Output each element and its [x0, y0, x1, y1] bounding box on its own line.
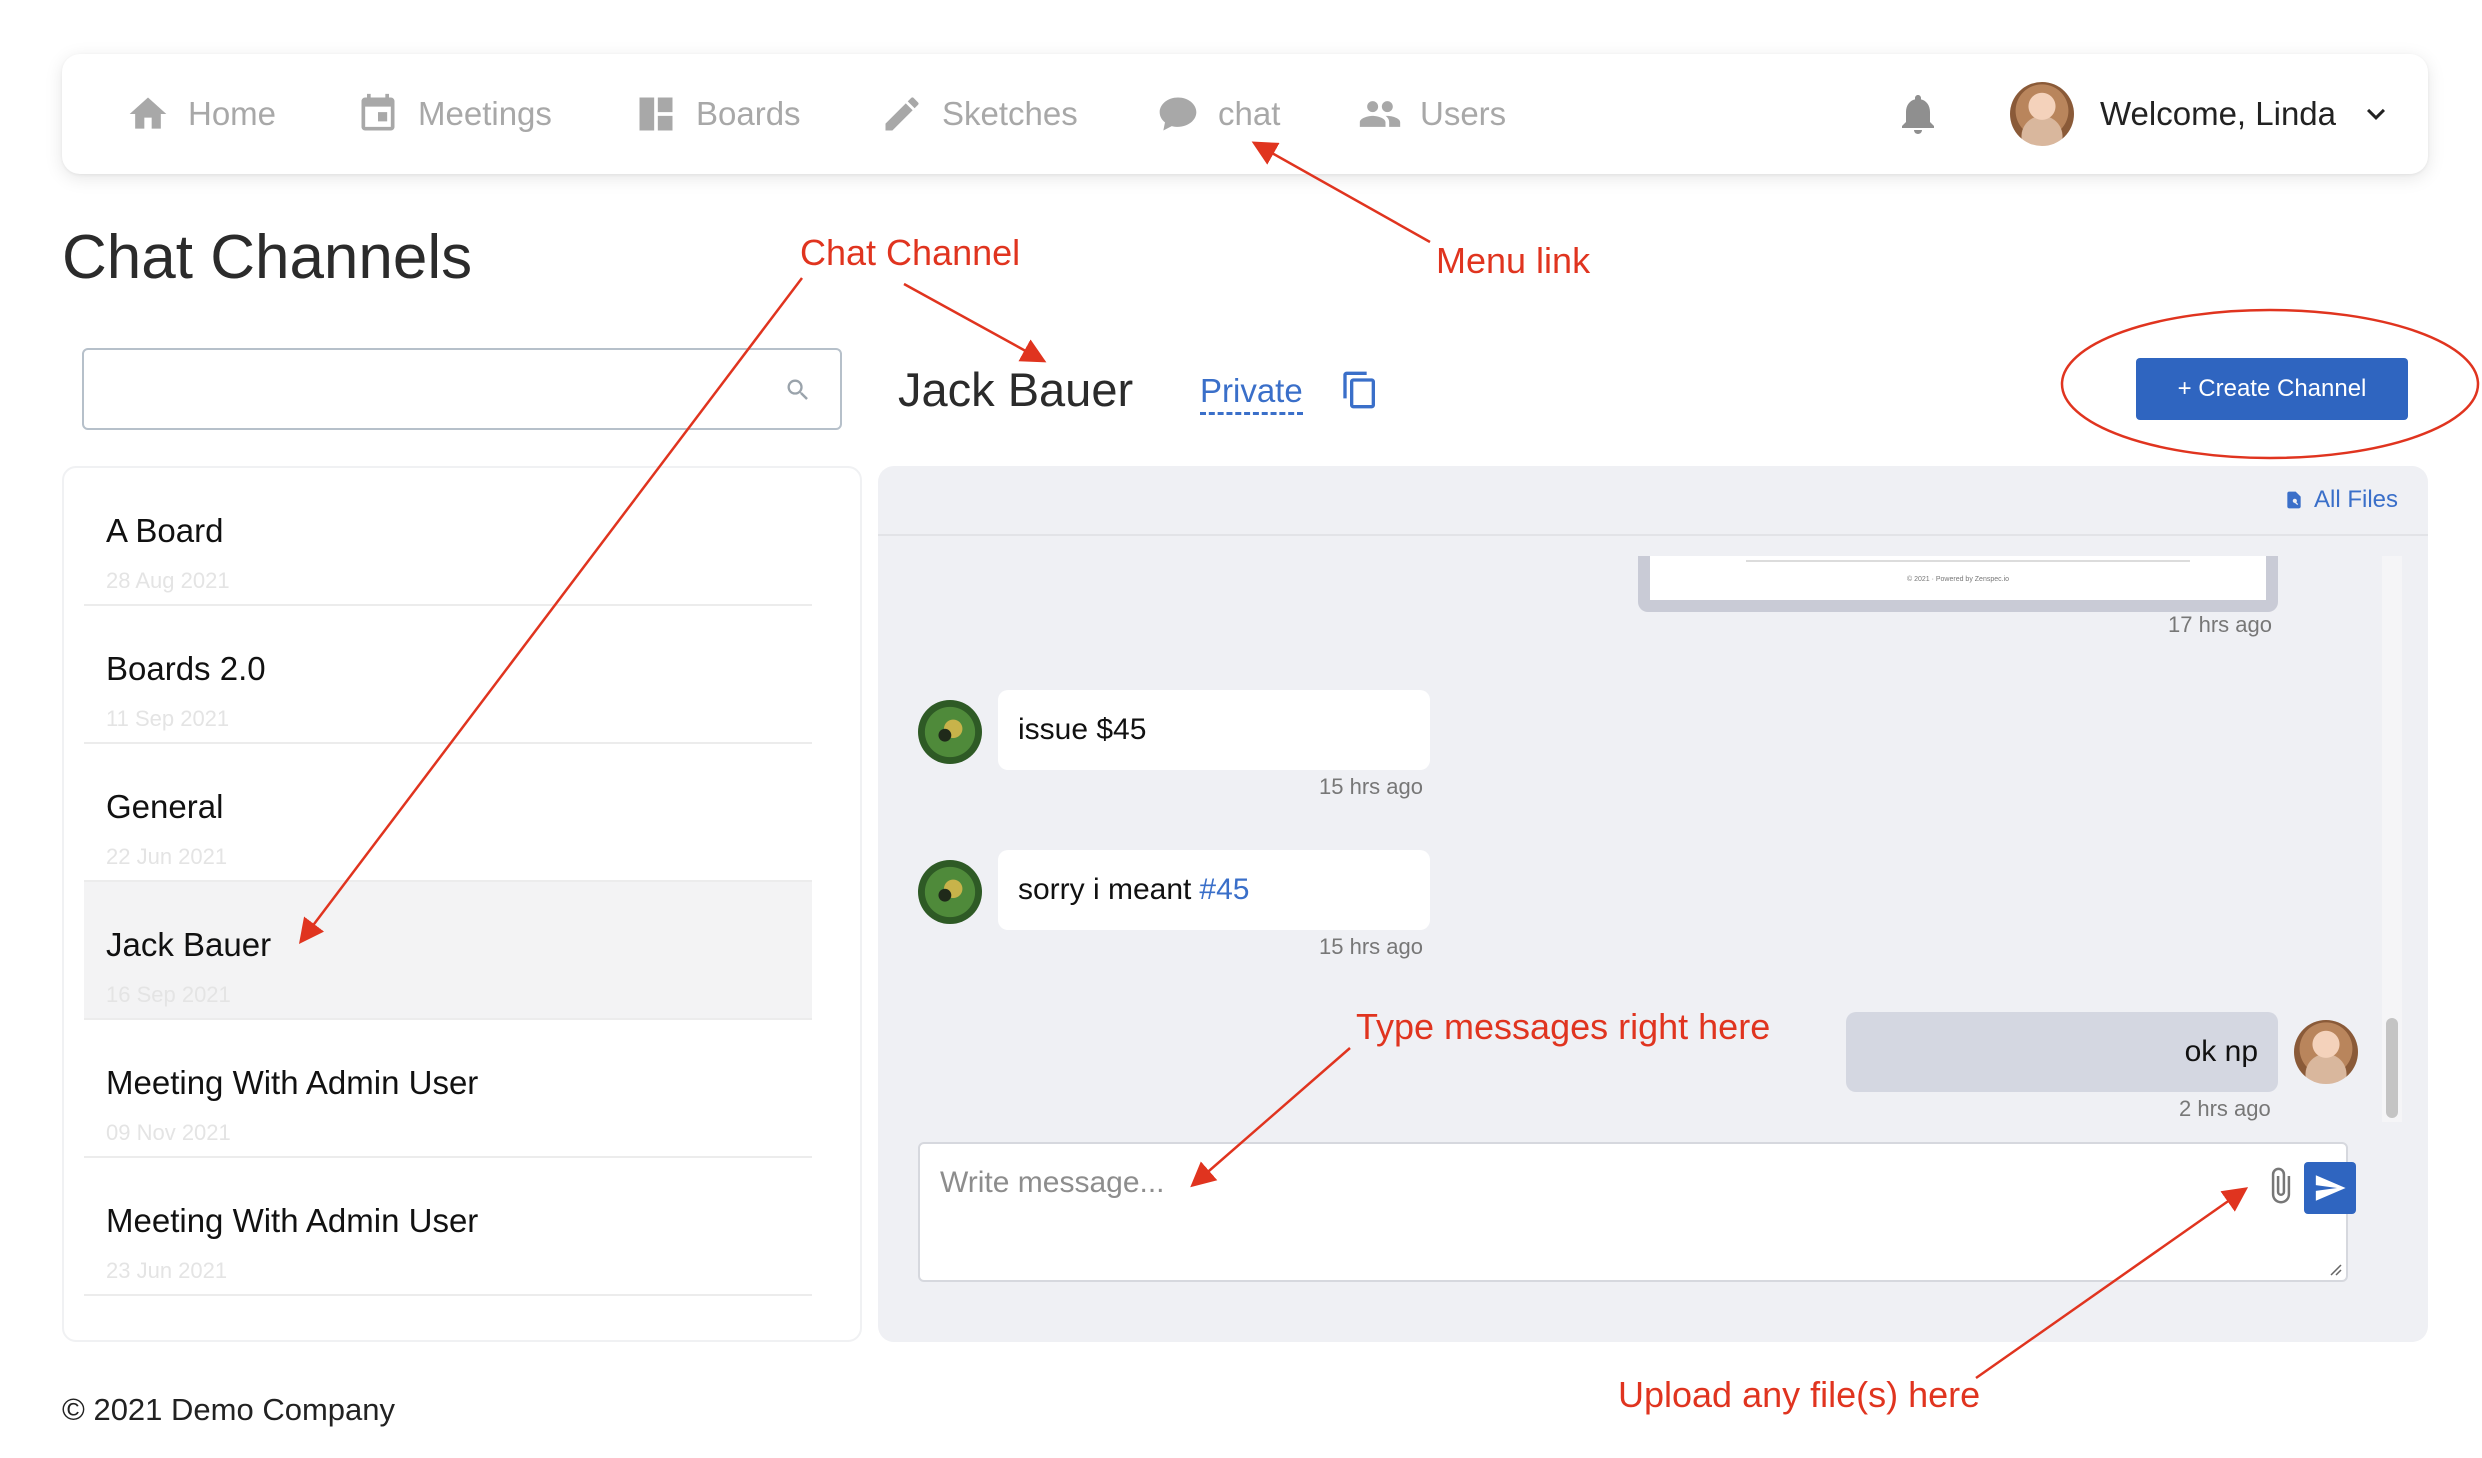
all-files-link[interactable]: All Files — [2284, 486, 2398, 514]
chevron-down-icon — [2367, 108, 2386, 120]
channel-name: A Board — [106, 512, 224, 549]
chat-panel: All Files © 2021 · Powered by Zenspec.io… — [878, 466, 2428, 1342]
home-icon — [129, 97, 167, 129]
channel-name: General — [106, 788, 224, 825]
channel-item[interactable]: Boards 2.0 11 Sep 2021 — [84, 606, 812, 744]
channel-search — [82, 348, 842, 430]
nav-meetings-label: Meetings — [418, 95, 552, 132]
sender-avatar — [918, 700, 982, 764]
nav-users-label: Users — [1420, 95, 1507, 132]
nav-users[interactable]: Users — [1358, 54, 1506, 174]
page-footer: © 2021 Demo Company — [62, 1392, 396, 1427]
chat-bubble-icon — [1159, 97, 1197, 131]
message-time: 15 hrs ago — [1319, 934, 1423, 959]
notifications-button[interactable] — [1894, 90, 1942, 138]
channel-search-input[interactable] — [84, 350, 784, 428]
user-avatar — [2010, 82, 2074, 146]
message-bubble-own: ok np — [1846, 1012, 2278, 1092]
channel-date: 28 Aug 2021 — [106, 568, 230, 593]
copy-icon[interactable] — [1340, 370, 1380, 410]
message-time: 2 hrs ago — [2179, 1096, 2271, 1121]
users-icon — [1359, 101, 1401, 127]
sender-avatar — [918, 860, 982, 924]
attachment-divider — [1746, 560, 2190, 562]
annotation-type-messages: Type messages right here — [1356, 1006, 1771, 1047]
welcome-text: Welcome, Linda — [2100, 95, 2337, 132]
channel-title: Jack Bauer — [898, 363, 1134, 416]
paperclip-icon[interactable] — [2266, 1166, 2296, 1206]
boards-icon — [639, 97, 673, 131]
message-bubble: issue $45 — [998, 690, 1430, 770]
annotation-upload-files: Upload any file(s) here — [1618, 1374, 1981, 1415]
message-time: 15 hrs ago — [1319, 774, 1423, 799]
resize-handle-icon[interactable] — [2328, 1262, 2342, 1276]
search-icon — [787, 379, 808, 400]
channel-item[interactable]: General 22 Jun 2021 — [84, 744, 812, 882]
message-bubble: sorry i meant #45 — [998, 850, 1430, 930]
page-title: Chat Channels — [62, 223, 473, 292]
nav-meetings[interactable]: Meetings — [356, 54, 552, 174]
channel-privacy-toggle[interactable]: Private — [1200, 372, 1303, 415]
attachment-time: 17 hrs ago — [2168, 612, 2272, 637]
chat-toolbar: All Files — [878, 466, 2428, 536]
calendar-icon — [361, 93, 395, 131]
channel-date: 11 Sep 2021 — [106, 706, 230, 731]
message-text: ok np — [2184, 1035, 2258, 1068]
channel-name: Meeting With Admin User — [106, 1064, 479, 1101]
channel-list: A Board 28 Aug 2021 Boards 2.0 11 Sep 20… — [62, 466, 862, 1342]
attachment-preview[interactable]: © 2021 · Powered by Zenspec.io — [1638, 556, 2278, 612]
channel-date: 09 Nov 2021 — [106, 1120, 231, 1145]
bell-icon — [1902, 95, 1934, 134]
message-text: issue $45 — [1018, 713, 1147, 746]
arrow-to-channel-title — [903, 282, 1047, 363]
nav-boards[interactable]: Boards — [634, 54, 801, 174]
message-issue-link[interactable]: #45 — [1199, 873, 1249, 907]
channel-name: Boards 2.0 — [106, 650, 266, 687]
annotation-menu-link: Menu link — [1436, 240, 1591, 281]
channel-name: Jack Bauer — [106, 926, 272, 963]
create-channel-button[interactable]: + Create Channel — [2136, 358, 2408, 420]
channel-date: 23 Jun 2021 — [106, 1258, 228, 1283]
attachment-thumbnail: © 2021 · Powered by Zenspec.io — [1650, 556, 2266, 600]
channel-date: 22 Jun 2021 — [106, 844, 228, 869]
channel-item[interactable]: Meeting With Admin User 23 Jun 2021 — [84, 1158, 812, 1296]
nav-sketches[interactable]: Sketches — [880, 54, 1078, 174]
own-avatar — [2294, 1020, 2358, 1084]
nav-boards-label: Boards — [696, 95, 801, 132]
annotation-chat-channel: Chat Channel — [800, 232, 1021, 273]
send-icon — [2315, 1175, 2346, 1201]
attachment-footer-text: © 2021 · Powered by Zenspec.io — [1906, 576, 2010, 583]
message-composer — [918, 1142, 2356, 1282]
message-text: sorry i meant — [1018, 873, 1192, 906]
send-button[interactable] — [2304, 1162, 2356, 1214]
message-input[interactable] — [920, 1144, 2220, 1280]
top-navbar: Home Meetings Boards Sketches chat Users… — [62, 54, 2428, 174]
pencil-icon — [885, 97, 919, 131]
nav-sketches-label: Sketches — [942, 95, 1078, 132]
nav-home[interactable]: Home — [126, 54, 276, 174]
channel-date: 16 Sep 2021 — [106, 982, 231, 1007]
nav-chat-label: chat — [1218, 95, 1281, 132]
channel-item-active[interactable]: Jack Bauer 16 Sep 2021 — [84, 882, 812, 1020]
user-menu[interactable]: Welcome, Linda — [2010, 54, 2394, 174]
channel-item[interactable]: A Board 28 Aug 2021 — [84, 468, 812, 606]
file-search-icon — [2287, 491, 2301, 509]
messages-scrollbar-thumb[interactable] — [2386, 1018, 2398, 1118]
nav-chat[interactable]: chat — [1156, 54, 1280, 174]
channel-item[interactable]: Meeting With Admin User 09 Nov 2021 — [84, 1020, 812, 1158]
nav-home-label: Home — [188, 95, 277, 132]
all-files-label: All Files — [2313, 486, 2398, 513]
channel-name: Meeting With Admin User — [106, 1202, 479, 1239]
